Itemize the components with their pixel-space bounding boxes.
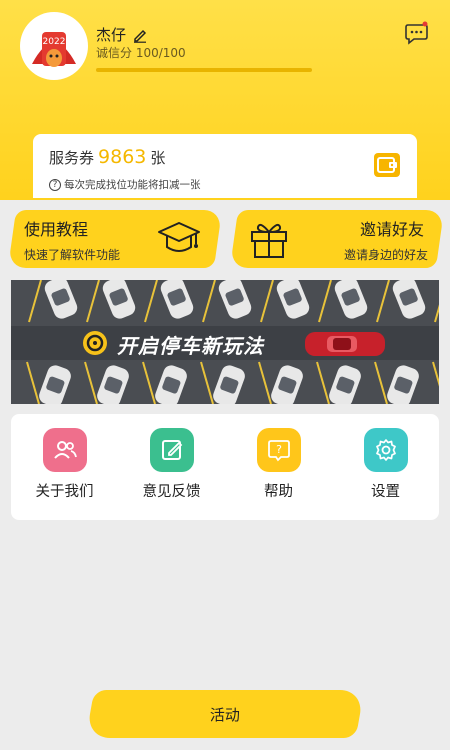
- banner-text: 开启停车新玩法: [117, 334, 264, 358]
- avatar-image: 2022: [22, 14, 86, 78]
- username: 杰仔: [96, 26, 127, 44]
- avatar-text: 2022: [43, 37, 66, 47]
- menu-item-about[interactable]: 关于我们: [11, 414, 118, 520]
- avatar[interactable]: 2022: [22, 14, 86, 78]
- coupon-note: ? 每次完成找位功能将扣减一张: [49, 177, 201, 192]
- graduation-cap-icon: [158, 222, 200, 252]
- people-icon: [42, 428, 87, 472]
- gear-icon: [363, 428, 408, 472]
- feedback-edit-icon: [149, 428, 194, 472]
- menu-label-help: 帮助: [264, 484, 293, 500]
- menu-item-help[interactable]: ? 帮助: [225, 414, 332, 520]
- coupon-note-text: 每次完成找位功能将扣减一张: [64, 179, 201, 191]
- credit-score: 诚信分 100/100: [96, 46, 186, 60]
- username-row: 杰仔: [96, 24, 148, 45]
- coupon-unit: 张: [150, 149, 166, 167]
- coupon-card[interactable]: 服务券 9863 张 ? 每次完成找位功能将扣减一张: [33, 134, 417, 198]
- menu-label-feedback: 意见反馈: [142, 484, 201, 500]
- menu-item-settings[interactable]: 设置: [332, 414, 439, 520]
- invite-card[interactable]: 邀请好友 邀请身边的好友: [229, 210, 445, 268]
- tutorial-card[interactable]: 使用教程 快速了解软件功能: [7, 210, 223, 268]
- menu-label-settings: 设置: [371, 484, 400, 500]
- activity-button[interactable]: 活动: [85, 690, 365, 738]
- coupon-label: 服务券: [49, 149, 95, 167]
- invite-title: 邀请好友: [359, 220, 424, 239]
- tutorial-subtitle: 快速了解软件功能: [24, 248, 121, 262]
- message-icon[interactable]: [404, 20, 430, 46]
- menu-card: 关于我们 意见反馈 ? 帮助 设置: [11, 414, 439, 520]
- wallet-icon[interactable]: [373, 152, 401, 178]
- activity-button-label: 活动: [209, 705, 240, 724]
- menu-item-feedback[interactable]: 意见反馈: [118, 414, 225, 520]
- help-icon: ?: [256, 428, 301, 472]
- invite-subtitle: 邀请身边的好友: [343, 248, 428, 262]
- coupon-line: 服务券 9863 张: [49, 146, 165, 168]
- tutorial-title: 使用教程: [24, 220, 89, 239]
- credit-progress-bar: [96, 68, 312, 72]
- gift-icon: [251, 223, 287, 258]
- question-icon: ?: [49, 178, 61, 191]
- coupon-count: 9863: [98, 146, 147, 168]
- parking-banner[interactable]: 开启停车新玩法: [11, 280, 439, 404]
- svg-text:?: ?: [276, 443, 282, 456]
- red-car-icon: [305, 332, 385, 356]
- menu-label-about: 关于我们: [35, 484, 94, 500]
- edit-pencil-icon[interactable]: [132, 27, 148, 43]
